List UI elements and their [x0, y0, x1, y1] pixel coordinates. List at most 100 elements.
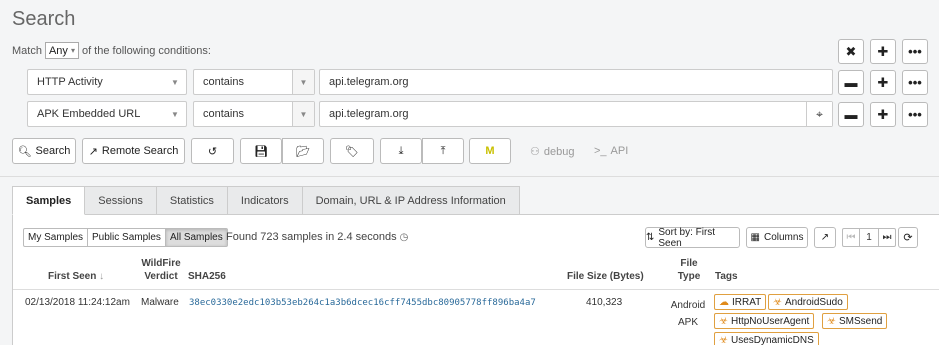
condition-1-operator-select[interactable]: contains ▼ — [193, 69, 315, 95]
tab-statistics[interactable]: Statistics — [156, 186, 228, 215]
chevron-down-icon: ▼ — [171, 77, 179, 87]
download-icon: ⤓ — [398, 144, 404, 157]
folder-open-icon: 📂︎ — [296, 145, 310, 158]
filter-all-samples[interactable]: All Samples — [164, 228, 228, 247]
results-count: Found 723 samples in 2.4 seconds ◷ — [226, 231, 408, 243]
columns-button[interactable]: ▦ Columns — [746, 227, 808, 248]
download-button[interactable]: ⤓ — [380, 138, 422, 164]
match-row: Match Any ▾ of the following conditions: — [12, 42, 211, 59]
col-file-type-line2: Type — [677, 271, 701, 282]
api-label: API — [610, 145, 629, 157]
tags-button[interactable]: 🏷︎ — [330, 138, 374, 164]
col-verdict[interactable]: WildFire Verdict — [140, 257, 182, 283]
tab-indicators[interactable]: Indicators — [227, 186, 303, 215]
sort-button[interactable]: ⇅ Sort by: First Seen — [645, 226, 740, 249]
save-button[interactable]: 💾︎ — [240, 138, 282, 164]
condition-2-field-select[interactable]: APK Embedded URL ▼ — [27, 101, 187, 127]
export-button[interactable]: ↗ — [814, 227, 836, 248]
condition-1-field-select[interactable]: HTTP Activity ▼ — [27, 69, 187, 95]
page-title: Search — [12, 8, 76, 30]
magnifier-logo-icon: M — [485, 145, 495, 157]
tag-httpnouseragent[interactable]: ☣ HttpNoUserAgent — [714, 313, 815, 329]
sort-label: Sort by: First Seen — [658, 226, 716, 249]
plus-icon: ✚ — [877, 43, 889, 59]
tag-irrat[interactable]: ☁ IRRAT — [714, 294, 767, 310]
plus-icon: ✚ — [877, 74, 889, 90]
crosshair-icon[interactable]: ⌖ — [806, 102, 832, 126]
ellipsis-icon: ••• — [908, 107, 922, 122]
search-button[interactable]: 🔍︎ Search — [12, 138, 76, 164]
condition-1-value-input[interactable]: api.telegram.org — [319, 69, 833, 95]
condition-1-field-value: HTTP Activity — [37, 76, 103, 88]
external-link-icon: ↗ — [820, 232, 830, 243]
chevron-down-icon: ▼ — [292, 102, 314, 126]
match-suffix: of the following conditions: — [81, 44, 211, 57]
clear-conditions-button[interactable]: ✖ — [838, 39, 864, 64]
debug-link[interactable]: ⚇ debug — [530, 145, 574, 159]
open-button[interactable]: 📂︎ — [282, 138, 324, 164]
upload-button[interactable]: ⤒ — [422, 138, 464, 164]
tag-label: AndroidSudo — [784, 296, 843, 308]
row-file-type-line1: Android — [670, 300, 706, 311]
tag-usesdynamicdns[interactable]: ☣ UsesDynamicDNS — [714, 332, 819, 345]
col-first-seen[interactable]: First Seen ↓ — [48, 270, 104, 283]
history-button[interactable]: ↺ — [191, 138, 234, 164]
tags-icon: 🏷︎ — [345, 145, 359, 158]
sort-icon: ⇅ — [646, 232, 655, 243]
header-divider — [13, 289, 939, 290]
condition-2-more-button[interactable]: ••• — [902, 102, 928, 127]
close-icon: ✖ — [845, 43, 857, 59]
condition-2-operator-select[interactable]: contains ▼ — [193, 101, 315, 127]
last-page-icon: ⏭ — [882, 232, 892, 243]
condition-2-remove-button[interactable]: ▬ — [838, 102, 864, 127]
tag-label: HttpNoUserAgent — [730, 315, 810, 327]
upload-icon: ⤒ — [440, 144, 446, 157]
api-link[interactable]: >_ API — [594, 145, 628, 157]
history-icon: ↺ — [207, 145, 218, 158]
match-mode-value: Any — [48, 44, 68, 57]
more-options-button[interactable]: ••• — [902, 39, 928, 64]
biohazard-icon: ☣ — [827, 315, 836, 327]
condition-2-value-input[interactable]: api.telegram.org ⌖ — [319, 101, 833, 127]
col-file-type[interactable]: File Type — [672, 257, 706, 283]
first-page-button[interactable]: ⏮ — [842, 228, 860, 247]
add-condition-button[interactable]: ✚ — [870, 39, 896, 64]
condition-1-remove-button[interactable]: ▬ — [838, 70, 864, 95]
condition-1-add-button[interactable]: ✚ — [870, 70, 896, 95]
ellipsis-icon: ••• — [908, 44, 922, 59]
condition-2-add-button[interactable]: ✚ — [870, 102, 896, 127]
chevron-down-icon: ▼ — [292, 70, 314, 94]
binoculars-icon: ⚇ — [530, 146, 540, 158]
magnifier-tool-button[interactable]: M — [469, 138, 511, 164]
sort-down-icon: ↓ — [99, 271, 105, 282]
columns-label: Columns — [763, 232, 804, 243]
match-mode-select[interactable]: Any ▾ — [44, 42, 79, 59]
results-tabs: Samples Sessions Statistics Indicators D… — [12, 186, 520, 215]
col-first-seen-label: First Seen — [48, 271, 97, 282]
tab-sessions[interactable]: Sessions — [85, 186, 157, 215]
condition-1-operator-value: contains — [203, 76, 244, 88]
tab-samples[interactable]: Samples — [12, 186, 86, 215]
col-sha256[interactable]: SHA256 — [188, 270, 226, 283]
tag-smssend[interactable]: ☣ SMSsend — [822, 313, 888, 329]
filter-public-samples[interactable]: Public Samples — [87, 228, 166, 247]
col-file-size[interactable]: File Size (Bytes) — [567, 270, 644, 283]
page-number[interactable]: 1 — [859, 228, 879, 247]
filter-my-samples[interactable]: My Samples — [23, 228, 89, 247]
minus-icon: ▬ — [844, 107, 858, 122]
row-sha256-link[interactable]: 38ec0330e2edc103b53eb264c1a3b6dcec16cff7… — [189, 298, 536, 308]
condition-2-operator-value: contains — [203, 108, 244, 120]
row-file-size: 410,323 — [586, 297, 623, 308]
refresh-button[interactable]: ⟳ — [898, 227, 918, 248]
match-prefix: Match — [12, 44, 42, 57]
condition-1-more-button[interactable]: ••• — [902, 70, 928, 95]
col-tags[interactable]: Tags — [715, 270, 738, 283]
biohazard-icon: ☣ — [719, 315, 728, 327]
last-page-button[interactable]: ⏭ — [878, 228, 896, 247]
tag-label: IRRAT — [732, 296, 762, 308]
remote-search-button[interactable]: ↗ Remote Search — [82, 138, 185, 164]
tab-domain-url-ip[interactable]: Domain, URL & IP Address Information — [302, 186, 520, 215]
remote-search-label: Remote Search — [101, 145, 179, 157]
ellipsis-icon: ••• — [908, 75, 922, 90]
tag-androidsudo[interactable]: ☣ AndroidSudo — [768, 294, 848, 310]
